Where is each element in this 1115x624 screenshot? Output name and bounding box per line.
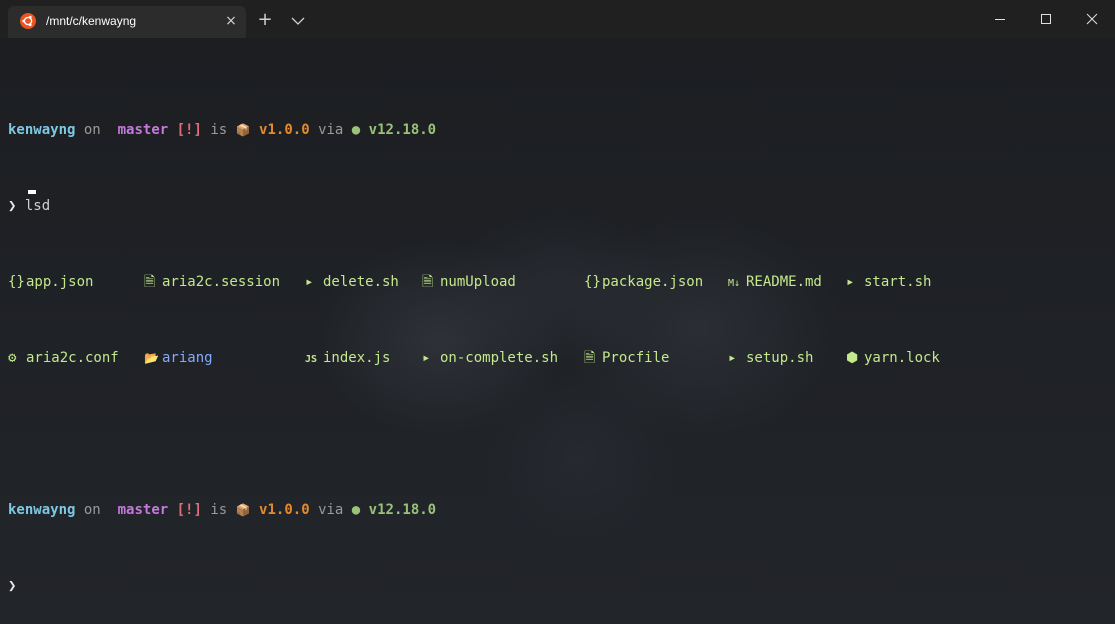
file-row: ⚙ aria2c.conf 📂 ariang JS index.js ▸ on-comp… bbox=[8, 349, 1108, 368]
file-entry: M↓ README.md bbox=[728, 273, 822, 293]
yarn-icon: ⬢ bbox=[846, 350, 859, 366]
input-line[interactable]: ❯ bbox=[8, 577, 1108, 596]
file-row: {}app.json 🗎 aria2c.session ▸ delete.sh 🗎 n… bbox=[8, 273, 1108, 292]
prompt-git-status: [!] bbox=[176, 502, 202, 518]
prompt-via: via bbox=[318, 122, 344, 138]
markdown-icon: M↓ bbox=[728, 278, 741, 289]
package-icon: 📦 bbox=[235, 503, 251, 517]
prompt-git-status: [!] bbox=[176, 122, 202, 138]
file-entry: ▸ setup.sh bbox=[728, 350, 814, 366]
file-entry: ▸ delete.sh bbox=[305, 274, 399, 290]
prompt-branch: master bbox=[117, 502, 169, 518]
package-icon: 📦 bbox=[235, 123, 251, 137]
json-icon: {} bbox=[8, 274, 25, 290]
command-text: lsd bbox=[24, 198, 51, 214]
minimize-icon bbox=[995, 19, 1005, 20]
file-entry: 🗎 Procfile bbox=[584, 350, 670, 366]
prompt-user: kenwayng bbox=[8, 122, 76, 138]
file-entry: {}app.json bbox=[8, 274, 94, 290]
file-entry: JS index.js bbox=[305, 349, 390, 369]
file-entry: ⬢ yarn.lock bbox=[846, 350, 940, 366]
file-entry: ▸ on-complete.sh bbox=[422, 350, 559, 366]
file-icon: 🗎 bbox=[584, 350, 596, 366]
terminal-window: /mnt/c/kenwayng × + kenwayng on master [… bbox=[0, 0, 1115, 624]
file-entry: {}package.json bbox=[584, 274, 704, 290]
node-icon: ● bbox=[351, 502, 361, 518]
chevron-down-icon[interactable] bbox=[288, 10, 308, 32]
shell-script-icon: ▸ bbox=[728, 350, 737, 366]
prompt-node-version: v12.18.0 bbox=[368, 122, 437, 138]
dir-entry: 📂 ariang bbox=[144, 350, 213, 366]
prompt-user: kenwayng bbox=[8, 502, 76, 518]
file-entry: ⚙ aria2c.conf bbox=[8, 350, 119, 366]
tab-title: /mnt/c/kenwayng bbox=[46, 14, 137, 28]
new-tab-button[interactable]: + bbox=[254, 10, 276, 32]
close-icon bbox=[1086, 13, 1098, 25]
file-icon: 🗎 bbox=[422, 274, 434, 290]
prompt-is: is bbox=[210, 122, 228, 138]
text-cursor bbox=[28, 190, 36, 194]
close-window-button[interactable] bbox=[1069, 0, 1115, 38]
shell-script-icon: ▸ bbox=[305, 274, 314, 290]
folder-open-icon: 📂 bbox=[144, 351, 159, 365]
command-line: ❯ lsd bbox=[8, 197, 1108, 216]
gear-icon: ⚙ bbox=[8, 350, 17, 366]
prompt-on: on bbox=[83, 502, 101, 518]
title-bar: /mnt/c/kenwayng × + bbox=[0, 0, 1115, 38]
json-icon: {} bbox=[584, 274, 601, 290]
prompt-package-version: v1.0.0 bbox=[259, 122, 310, 138]
prompt-symbol: ❯ bbox=[8, 198, 17, 214]
ubuntu-icon bbox=[20, 13, 36, 29]
maximize-icon bbox=[1041, 14, 1051, 24]
file-entry: 🗎 aria2c.session bbox=[144, 274, 281, 290]
file-entry: ▸ start.sh bbox=[846, 274, 932, 290]
node-icon: ● bbox=[351, 122, 361, 138]
prompt-node-version: v12.18.0 bbox=[368, 502, 437, 518]
terminal-output[interactable]: kenwayng on master [!] is 📦 v1.0.0 via ●… bbox=[8, 64, 1108, 624]
file-icon: 🗎 bbox=[144, 274, 156, 290]
tab-close-icon[interactable]: × bbox=[222, 12, 240, 30]
prompt-on: on bbox=[83, 122, 101, 138]
file-entry: 🗎 numUpload bbox=[422, 274, 516, 290]
tab-kenwayng[interactable]: /mnt/c/kenwayng × bbox=[8, 6, 246, 38]
prompt-line: kenwayng on master [!] is 📦 v1.0.0 via ●… bbox=[8, 121, 1108, 140]
prompt-is: is bbox=[210, 502, 228, 518]
prompt-via: via bbox=[318, 502, 344, 518]
prompt-package-version: v1.0.0 bbox=[259, 502, 310, 518]
minimize-button[interactable] bbox=[977, 0, 1023, 38]
prompt-symbol: ❯ bbox=[8, 578, 17, 594]
javascript-icon: JS bbox=[305, 354, 318, 365]
maximize-button[interactable] bbox=[1023, 0, 1069, 38]
prompt-branch: master bbox=[117, 122, 169, 138]
prompt-line: kenwayng on master [!] is 📦 v1.0.0 via ●… bbox=[8, 501, 1108, 520]
shell-script-icon: ▸ bbox=[422, 350, 431, 366]
shell-script-icon: ▸ bbox=[846, 274, 855, 290]
